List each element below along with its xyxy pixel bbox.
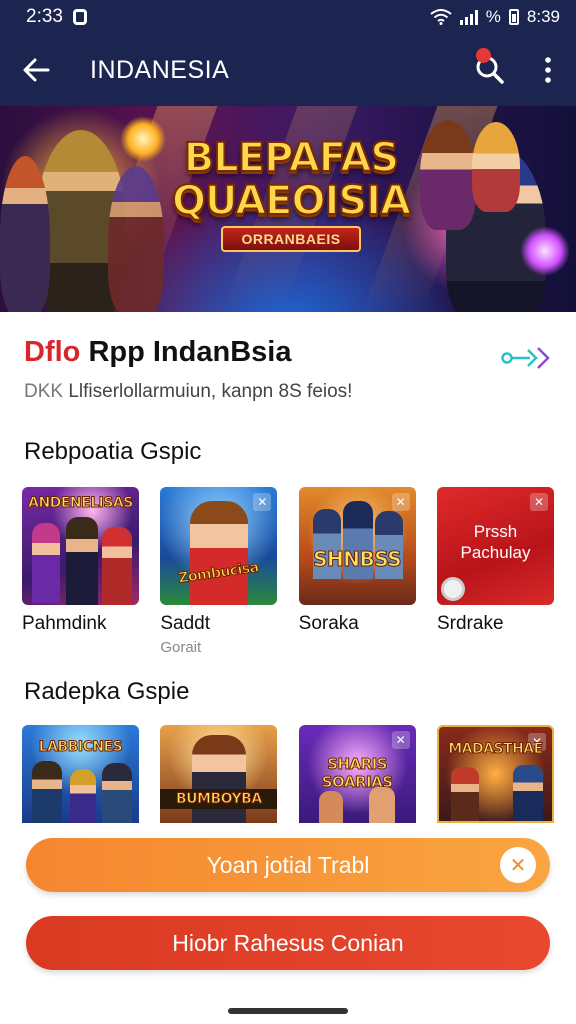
game-card[interactable]: BUMBOYBA [160,725,278,823]
game-name: Saddt [160,613,210,634]
thumb-title: SHNBSS [313,547,403,572]
game-card[interactable]: ✕ MADASTHAE [436,725,554,823]
badge-icon: ✕ [529,493,548,511]
arrow-left-icon [23,58,50,82]
game-card[interactable]: ✕ SHARIS SOARIAS [298,725,416,823]
battery-icon [508,9,519,25]
hero-character-left-2 [0,156,50,312]
more-vert-icon [545,57,551,83]
app-info: Dflo Rpp IndanBsia DKK Llfiserlollarmuiu… [24,336,554,403]
more-options-button[interactable] [520,34,576,106]
double-arrow-icon[interactable] [500,344,552,372]
hero-character-right-2 [420,120,476,230]
game-thumbnail: ANDENELISAS [22,487,139,605]
secondary-action-button[interactable]: Hiobr Rahesus Conian [26,916,550,970]
game-name: Soraka [298,613,359,634]
back-button[interactable] [0,34,72,106]
info-subtitle-text: Llfiserlollarmuiun, kanpn 8S feios! [68,381,353,402]
section-title-2: Radepka Gspie [24,678,190,705]
home-indicator[interactable] [228,1008,348,1014]
info-sub-tag: DKK [24,381,64,402]
hero-banner[interactable]: BLEPAFAS QUAEOISIA ORRANBAEIS [0,106,576,312]
page-title: INDANESIA [90,55,230,84]
info-title-tag: Dflo [24,336,81,368]
promo-line2: Pachulay [460,543,531,562]
secondary-button-label: Hiobr Rahesus Conian [172,929,404,956]
info-title-text: Rpp IndanBsia [88,336,292,368]
promo-line1: Prssh [473,522,518,541]
info-subtitle: DKK Llfiserlollarmuiun, kanpn 8S feios! [24,381,554,403]
game-grid-2: LABBICNES BUMBOYBA ✕ SHARIS SOARIAS ✕ MA… [22,725,554,823]
badge-icon: ✕ [391,493,410,511]
section-title-1: Rebpoatia Gspic [24,438,202,465]
game-thumbnail: ✕ Zombucisa [160,487,278,605]
game-thumbnail: ✕ SHARIS SOARIAS [298,725,416,823]
coin-icon [440,577,465,601]
banner-ribbon: ORRANBAEIS [221,226,361,252]
notification-badge-icon [72,9,87,25]
game-grid-1: ANDENELISAS Pahmdink ✕ Zombucisa Saddt G… [22,487,554,656]
game-subtitle: Gorait [160,639,202,656]
game-card[interactable]: ✕ Prssh Pachulay Srdrake [436,487,554,656]
wifi-icon [430,9,452,25]
game-thumbnail: ✕ Prssh Pachulay [436,487,554,605]
search-button[interactable] [460,34,520,106]
game-thumbnail: ✕ SHNBSS [298,487,416,605]
game-card[interactable]: LABBICNES [22,725,139,823]
thumb-title: BUMBOYBA [160,789,278,809]
x-close-icon[interactable]: ✕ [500,847,536,883]
game-card[interactable]: ✕ Zombucisa Saddt Gorait [160,487,278,656]
game-thumbnail: LABBICNES [22,725,139,823]
badge-icon: ✕ [253,493,272,511]
signal-icon [459,9,478,25]
game-thumbnail: BUMBOYBA [160,725,278,823]
banner-title-line2: QUAEOISIA [171,178,412,224]
badge-icon: ✕ [391,731,410,749]
game-card[interactable]: ✕ SHNBSS Soraka [298,487,416,656]
game-card[interactable]: ANDENELISAS Pahmdink [22,487,139,656]
banner-logo: BLEPAFAS QUAEOISIA ORRANBAEIS [166,135,416,252]
hero-character-left-3 [108,166,164,312]
primary-button-label: Yoan jotial Trabl [206,851,370,878]
thumb-title: MADASTHAE [448,741,544,758]
status-time: 2:33 [26,6,63,27]
hero-character-right-3 [472,122,520,212]
status-clock: 8:39 [526,7,560,26]
game-name: Srdrake [436,613,504,634]
status-percent: % [485,7,501,26]
game-name: Pahmdink [22,613,107,634]
info-title: Dflo Rpp IndanBsia [24,336,554,369]
primary-action-button[interactable]: Yoan jotial Trabl ✕ [26,838,550,892]
app-bar: INDANESIA [0,34,576,106]
thumb-title: SHARIS SOARIAS [321,755,393,792]
game-thumbnail: ✕ MADASTHAE [436,725,554,823]
status-bar: 2:33 % 8:39 [0,0,576,34]
promo-text: Prssh Pachulay [437,521,554,563]
notification-dot [476,48,491,63]
banner-title-line1: BLEPAFAS [183,135,400,181]
thumb-title: LABBICNES [38,739,123,756]
thumb-title: ANDENELISAS [28,495,134,512]
